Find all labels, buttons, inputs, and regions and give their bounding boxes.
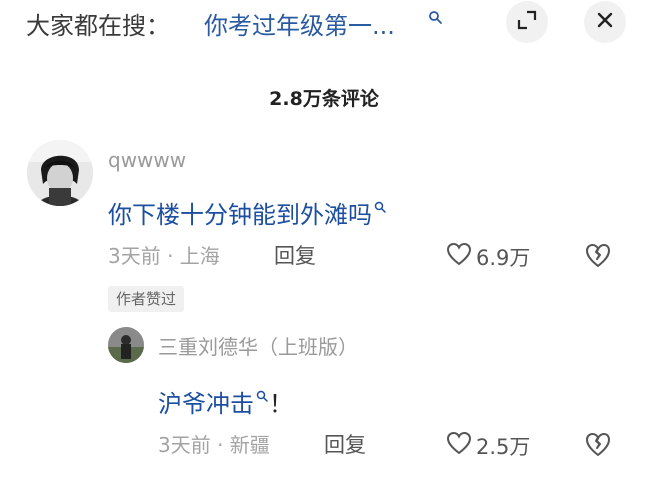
heart-icon <box>446 242 472 273</box>
trending-search-query[interactable]: 你考过年级第一... <box>204 10 395 42</box>
expand-button[interactable] <box>506 1 548 43</box>
expand-icon <box>516 9 538 35</box>
broken-heart-icon <box>584 244 612 272</box>
author-liked-badge: 作者赞过 <box>108 286 185 312</box>
like-count: 2.5万 <box>476 434 531 459</box>
search-icon[interactable] <box>428 10 444 26</box>
comment-count: 2.8万条评论 <box>269 88 379 110</box>
close-button[interactable] <box>584 1 626 43</box>
comment-username[interactable]: qwwww <box>108 147 186 173</box>
like-count: 6.9万 <box>476 245 531 270</box>
reply-avatar[interactable] <box>108 327 144 363</box>
like-button[interactable]: 6.9万 <box>446 242 530 273</box>
trending-search-label: 大家都在搜： <box>26 12 170 40</box>
reply-time-location: 3天前 · 新疆 <box>158 433 270 457</box>
dislike-button[interactable] <box>584 431 612 461</box>
heart-icon <box>446 431 472 462</box>
reply-username[interactable]: 三重刘德华（上班版） <box>158 334 358 360</box>
reply-text: 沪爷冲击 ！ <box>158 379 293 420</box>
reply-button[interactable]: 回复 <box>274 242 316 270</box>
like-button[interactable]: 2.5万 <box>446 431 530 462</box>
comment-time-location: 3天前 · 上海 <box>108 244 220 268</box>
search-icon[interactable] <box>374 190 387 213</box>
dislike-button[interactable] <box>584 242 612 272</box>
close-icon <box>595 10 615 34</box>
avatar[interactable] <box>27 140 93 206</box>
reply-button[interactable]: 回复 <box>324 431 366 459</box>
comment-text-body: 你下楼十分钟能到外滩吗 <box>108 201 372 229</box>
reply-text-suffix: ！ <box>269 390 293 418</box>
comment-text: 你下楼十分钟能到外滩吗 <box>108 190 387 231</box>
reply-text-body: 沪爷冲击 <box>158 390 254 418</box>
search-icon[interactable] <box>256 379 269 402</box>
broken-heart-icon <box>584 433 612 461</box>
